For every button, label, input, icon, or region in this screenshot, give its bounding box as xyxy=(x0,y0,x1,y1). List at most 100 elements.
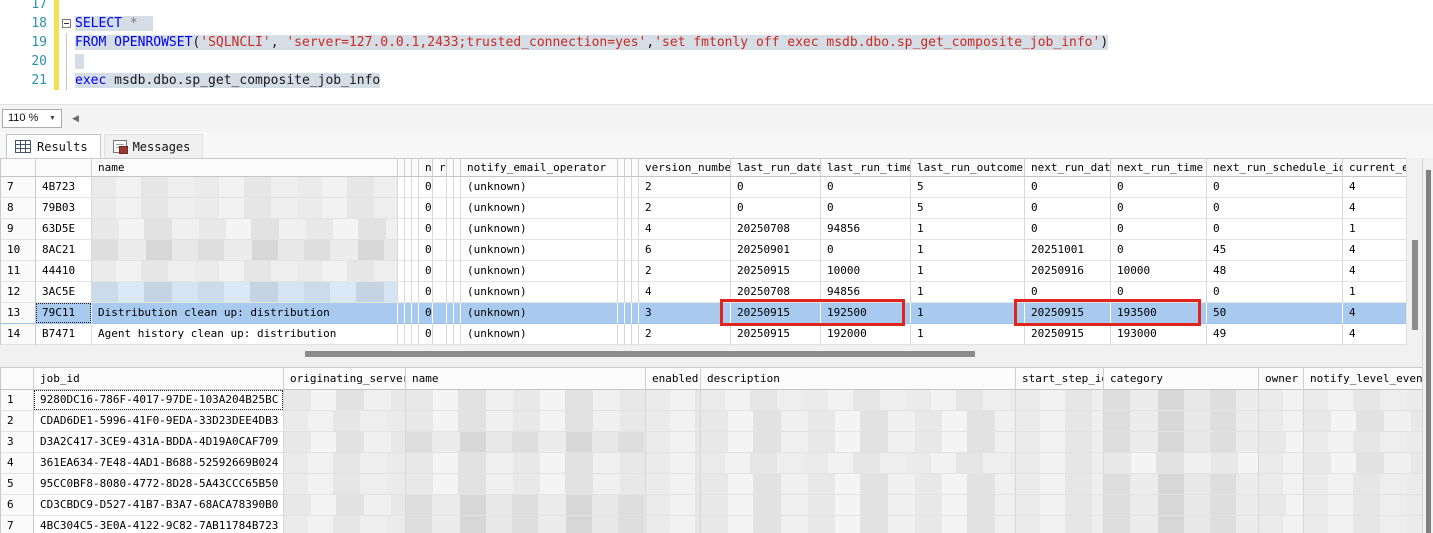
cell-job_id[interactable]: 9280DC16-786F-4017-97DE-103A204B25BC xyxy=(34,390,284,411)
column-header-notify_email_operator[interactable]: notify_email_operator xyxy=(461,159,618,177)
cell-lro[interactable]: 1 xyxy=(911,303,1025,324)
cell-nle[interactable] xyxy=(1304,411,1422,432)
cell-s5[interactable] xyxy=(454,240,461,261)
cell-n[interactable]: 0 xyxy=(419,198,433,219)
cell-s8[interactable] xyxy=(632,324,639,345)
cell-enabled[interactable] xyxy=(646,390,701,411)
cell-nrsi[interactable]: 48 xyxy=(1207,261,1343,282)
column-header-n[interactable]: n xyxy=(419,159,433,177)
column-header-spacer[interactable] xyxy=(618,159,625,177)
row-number[interactable]: 7 xyxy=(1,516,34,533)
cell-nrsi[interactable]: 50 xyxy=(1207,303,1343,324)
cell-enabled[interactable] xyxy=(646,432,701,453)
column-header-enabled[interactable]: enabled xyxy=(646,368,701,390)
cell-s6[interactable] xyxy=(618,261,625,282)
cell-nrd[interactable]: 20250915 xyxy=(1025,303,1111,324)
cell-job_id[interactable]: CDAD6DE1-5996-41F0-9EDA-33D23DEE4DB3 xyxy=(34,411,284,432)
cell-s7[interactable] xyxy=(625,282,632,303)
cell-s8[interactable] xyxy=(632,177,639,198)
cell-s2[interactable] xyxy=(405,219,412,240)
cell-n[interactable]: 0 xyxy=(419,303,433,324)
cell-nrd[interactable]: 20250915 xyxy=(1025,324,1111,345)
cell-lro[interactable]: 5 xyxy=(911,198,1025,219)
cell-desc[interactable] xyxy=(701,432,1016,453)
cell-notify[interactable]: (unknown) xyxy=(461,324,618,345)
cell-s1[interactable] xyxy=(398,324,405,345)
cell-nrsi[interactable]: 0 xyxy=(1207,198,1343,219)
cell-lrd[interactable]: 20250708 xyxy=(731,282,821,303)
cell-s3[interactable] xyxy=(412,219,419,240)
cell-job_id[interactable]: 4BC304C5-3E0A-4122-9C82-7AB11784B723 xyxy=(34,516,284,533)
cell-name[interactable] xyxy=(406,453,646,474)
cell-s3[interactable] xyxy=(412,303,419,324)
cell-cat[interactable] xyxy=(1104,390,1259,411)
column-header-notify_level_eventlog[interactable]: notify_level_eventlog xyxy=(1304,368,1422,390)
column-header-spacer[interactable] xyxy=(1,368,34,390)
cell-ce[interactable]: 4 xyxy=(1343,198,1406,219)
cell-lrd[interactable]: 20250708 xyxy=(731,219,821,240)
cell-name[interactable] xyxy=(406,411,646,432)
editor-line[interactable]: 19 FROM OPENROWSET('SQLNCLI', 'server=127… xyxy=(0,33,1433,52)
cell-s8[interactable] xyxy=(632,198,639,219)
cell-s2[interactable] xyxy=(405,177,412,198)
cell-nrd[interactable]: 0 xyxy=(1025,198,1111,219)
cell-job_id[interactable]: 95CC0BF8-8080-4772-8D28-5A43CCC65B50 xyxy=(34,474,284,495)
cell-owner[interactable] xyxy=(1259,495,1304,516)
cell-s3[interactable] xyxy=(412,324,419,345)
cell-s6[interactable] xyxy=(618,177,625,198)
cell-orig[interactable] xyxy=(284,516,406,533)
cell-ssi[interactable] xyxy=(1016,411,1104,432)
column-header-spacer[interactable] xyxy=(412,159,419,177)
cell-s4[interactable] xyxy=(447,303,454,324)
cell-r[interactable] xyxy=(433,261,447,282)
cell-version[interactable]: 4 xyxy=(639,219,731,240)
cell-enabled[interactable] xyxy=(646,453,701,474)
cell-s2[interactable] xyxy=(405,240,412,261)
cell-id[interactable]: 8AC21 xyxy=(36,240,92,261)
cell-ssi[interactable] xyxy=(1016,390,1104,411)
cell-nle[interactable] xyxy=(1304,495,1422,516)
cell-s7[interactable] xyxy=(625,261,632,282)
cell-s6[interactable] xyxy=(618,240,625,261)
cell-version[interactable]: 2 xyxy=(639,177,731,198)
cell-name[interactable] xyxy=(92,282,398,303)
cell-nrt[interactable]: 10000 xyxy=(1111,261,1207,282)
cell-lro[interactable]: 1 xyxy=(911,219,1025,240)
row-number[interactable]: 4 xyxy=(1,453,34,474)
column-header-version_number[interactable]: version_number xyxy=(639,159,731,177)
cell-desc[interactable] xyxy=(701,495,1016,516)
cell-version[interactable]: 2 xyxy=(639,198,731,219)
cell-r[interactable] xyxy=(433,282,447,303)
cell-ce[interactable]: 1 xyxy=(1343,219,1406,240)
column-header-originating_server[interactable]: originating_server xyxy=(284,368,406,390)
cell-owner[interactable] xyxy=(1259,432,1304,453)
cell-nrd[interactable]: 0 xyxy=(1025,219,1111,240)
cell-lrt[interactable]: 192500 xyxy=(821,303,911,324)
cell-nrt[interactable]: 0 xyxy=(1111,198,1207,219)
column-header-description[interactable]: description xyxy=(701,368,1016,390)
cell-s5[interactable] xyxy=(454,282,461,303)
cell-cat[interactable] xyxy=(1104,453,1259,474)
cell-s4[interactable] xyxy=(447,177,454,198)
cell-notify[interactable]: (unknown) xyxy=(461,303,618,324)
cell-id[interactable]: 4B723 xyxy=(36,177,92,198)
cell-lro[interactable]: 1 xyxy=(911,261,1025,282)
cell-name[interactable] xyxy=(92,240,398,261)
column-header-start_step_id[interactable]: start_step_id xyxy=(1016,368,1104,390)
tab-messages[interactable]: Messages xyxy=(103,134,204,158)
cell-lro[interactable]: 1 xyxy=(911,282,1025,303)
cell-orig[interactable] xyxy=(284,390,406,411)
cell-version[interactable]: 6 xyxy=(639,240,731,261)
cell-s7[interactable] xyxy=(625,324,632,345)
cell-name[interactable]: Distribution clean up: distribution xyxy=(92,303,398,324)
cell-s7[interactable] xyxy=(625,177,632,198)
cell-lrt[interactable]: 0 xyxy=(821,240,911,261)
editor-hscroll-left-arrow-icon[interactable]: ◀ xyxy=(68,111,83,126)
results-vscrollbar-thumb[interactable] xyxy=(1426,170,1431,533)
cell-owner[interactable] xyxy=(1259,516,1304,533)
grid1-vscrollbar-thumb[interactable] xyxy=(1412,240,1418,330)
cell-lrd[interactable]: 20250901 xyxy=(731,240,821,261)
cell-nrt[interactable]: 193500 xyxy=(1111,303,1207,324)
column-header-last_run_date[interactable]: last_run_date xyxy=(731,159,821,177)
cell-s2[interactable] xyxy=(405,324,412,345)
